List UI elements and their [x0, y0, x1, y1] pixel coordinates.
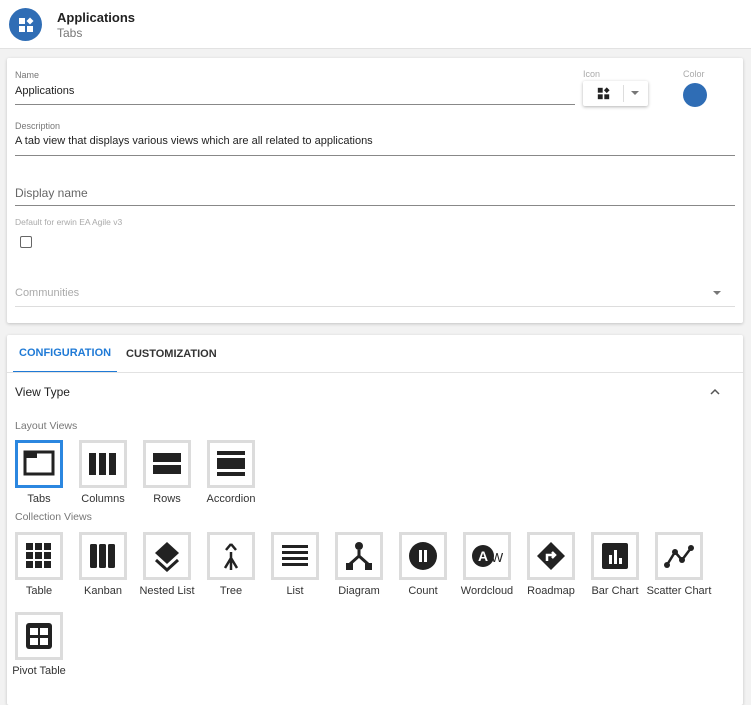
columns-icon	[79, 440, 127, 488]
view-tile-scatter-chart[interactable]: Scatter Chart	[647, 532, 711, 599]
view-tile-label: Pivot Table	[12, 665, 66, 677]
tab-customization[interactable]: CUSTOMIZATION	[120, 335, 223, 373]
accordion-icon	[207, 440, 255, 488]
header: Applications Tabs	[0, 0, 751, 49]
view-tile-label: Tree	[219, 585, 243, 597]
view-tile-label: Table	[25, 585, 53, 597]
collection-views-label: Collection Views	[15, 511, 92, 523]
view-tile-wordcloud[interactable]: A W Wordcloud	[461, 532, 513, 599]
tree-icon	[207, 532, 255, 580]
barchart-icon	[591, 532, 639, 580]
scatter-icon	[655, 532, 703, 580]
apps-icon	[597, 87, 610, 100]
description-label: Description	[15, 121, 61, 131]
view-tile-roadmap[interactable]: Roadmap	[527, 532, 575, 599]
view-tile-label: Rows	[153, 493, 181, 505]
tabs-icon	[15, 440, 63, 488]
view-tile-accordion[interactable]: Accordion	[207, 440, 255, 507]
nested-icon	[143, 532, 191, 580]
kanban-icon	[79, 532, 127, 580]
view-tile-label: Bar Chart	[591, 585, 639, 597]
chevron-down-icon	[631, 91, 639, 95]
chevron-down-icon[interactable]	[713, 291, 721, 296]
view-tile-bar-chart[interactable]: Bar Chart	[591, 532, 639, 599]
wordcloud-icon: AW	[463, 532, 511, 580]
view-tile-label: Kanban	[84, 585, 122, 597]
communities-select[interactable]: Communities	[15, 287, 79, 299]
default-label: Default for erwin EA Agile v3	[15, 217, 123, 227]
view-tile-columns[interactable]: Columns	[79, 440, 127, 507]
view-tile-label: Tabs	[27, 493, 51, 505]
view-tile-rows[interactable]: Rows	[143, 440, 191, 507]
description-underline	[15, 155, 735, 156]
view-tile-label: Scatter Chart	[646, 585, 712, 597]
display-name-input[interactable]: Display name	[15, 186, 88, 200]
tab-configuration[interactable]: CONFIGURATION	[13, 335, 118, 373]
count-icon	[399, 532, 447, 580]
view-tile-label: Diagram	[338, 585, 380, 597]
view-tile-label: Roadmap	[527, 585, 575, 597]
list-icon	[271, 532, 319, 580]
view-tile-label: Wordcloud	[460, 585, 514, 597]
view-tile-list[interactable]: List	[271, 532, 319, 599]
view-type-title: View Type	[15, 385, 70, 399]
apps-icon	[9, 8, 42, 41]
name-field[interactable]: Applications	[15, 85, 74, 97]
page-title: Applications	[57, 10, 136, 25]
icon-label: Icon	[583, 69, 601, 79]
view-tile-label: Nested List	[139, 585, 195, 597]
view-tile-tree[interactable]: Tree	[207, 532, 255, 599]
svg-text:W: W	[491, 550, 503, 565]
table-icon	[15, 532, 63, 580]
view-tile-nested-list[interactable]: Nested List	[139, 532, 195, 599]
name-underline	[15, 104, 575, 105]
rows-icon	[143, 440, 191, 488]
roadmap-icon	[527, 532, 575, 580]
page-subtitle: Tabs	[57, 26, 83, 40]
name-label: Name	[15, 70, 40, 80]
view-tile-diagram[interactable]: Diagram	[335, 532, 383, 599]
view-tile-table[interactable]: Table	[15, 532, 63, 599]
tabs-divider	[7, 372, 743, 373]
icon-select[interactable]	[583, 81, 648, 106]
communities-underline	[15, 306, 735, 307]
view-tile-label: List	[286, 585, 304, 597]
display-name-underline	[15, 205, 735, 206]
svg-text:A: A	[478, 548, 488, 564]
default-checkbox[interactable]	[20, 236, 32, 248]
view-tile-label: Columns	[81, 493, 125, 505]
layout-views-label: Layout Views	[15, 420, 78, 432]
view-tile-label: Count	[408, 585, 438, 597]
view-tile-pivot-table[interactable]: Pivot Table	[12, 612, 66, 679]
color-picker[interactable]	[683, 83, 707, 107]
properties-card: Name Applications Icon Color Description…	[7, 58, 743, 323]
color-label: Color	[683, 69, 705, 79]
config-card: CONFIGURATION CUSTOMIZATION View Type La…	[7, 335, 743, 705]
diagram-icon	[335, 532, 383, 580]
pivot-icon	[15, 612, 63, 660]
view-tile-label: Accordion	[206, 493, 256, 505]
view-tile-count[interactable]: Count	[399, 532, 447, 599]
view-tile-kanban[interactable]: Kanban	[79, 532, 127, 599]
view-tile-tabs[interactable]: Tabs	[15, 440, 63, 507]
chevron-up-icon[interactable]	[710, 388, 720, 395]
description-field[interactable]: A tab view that displays various views w…	[15, 135, 373, 147]
